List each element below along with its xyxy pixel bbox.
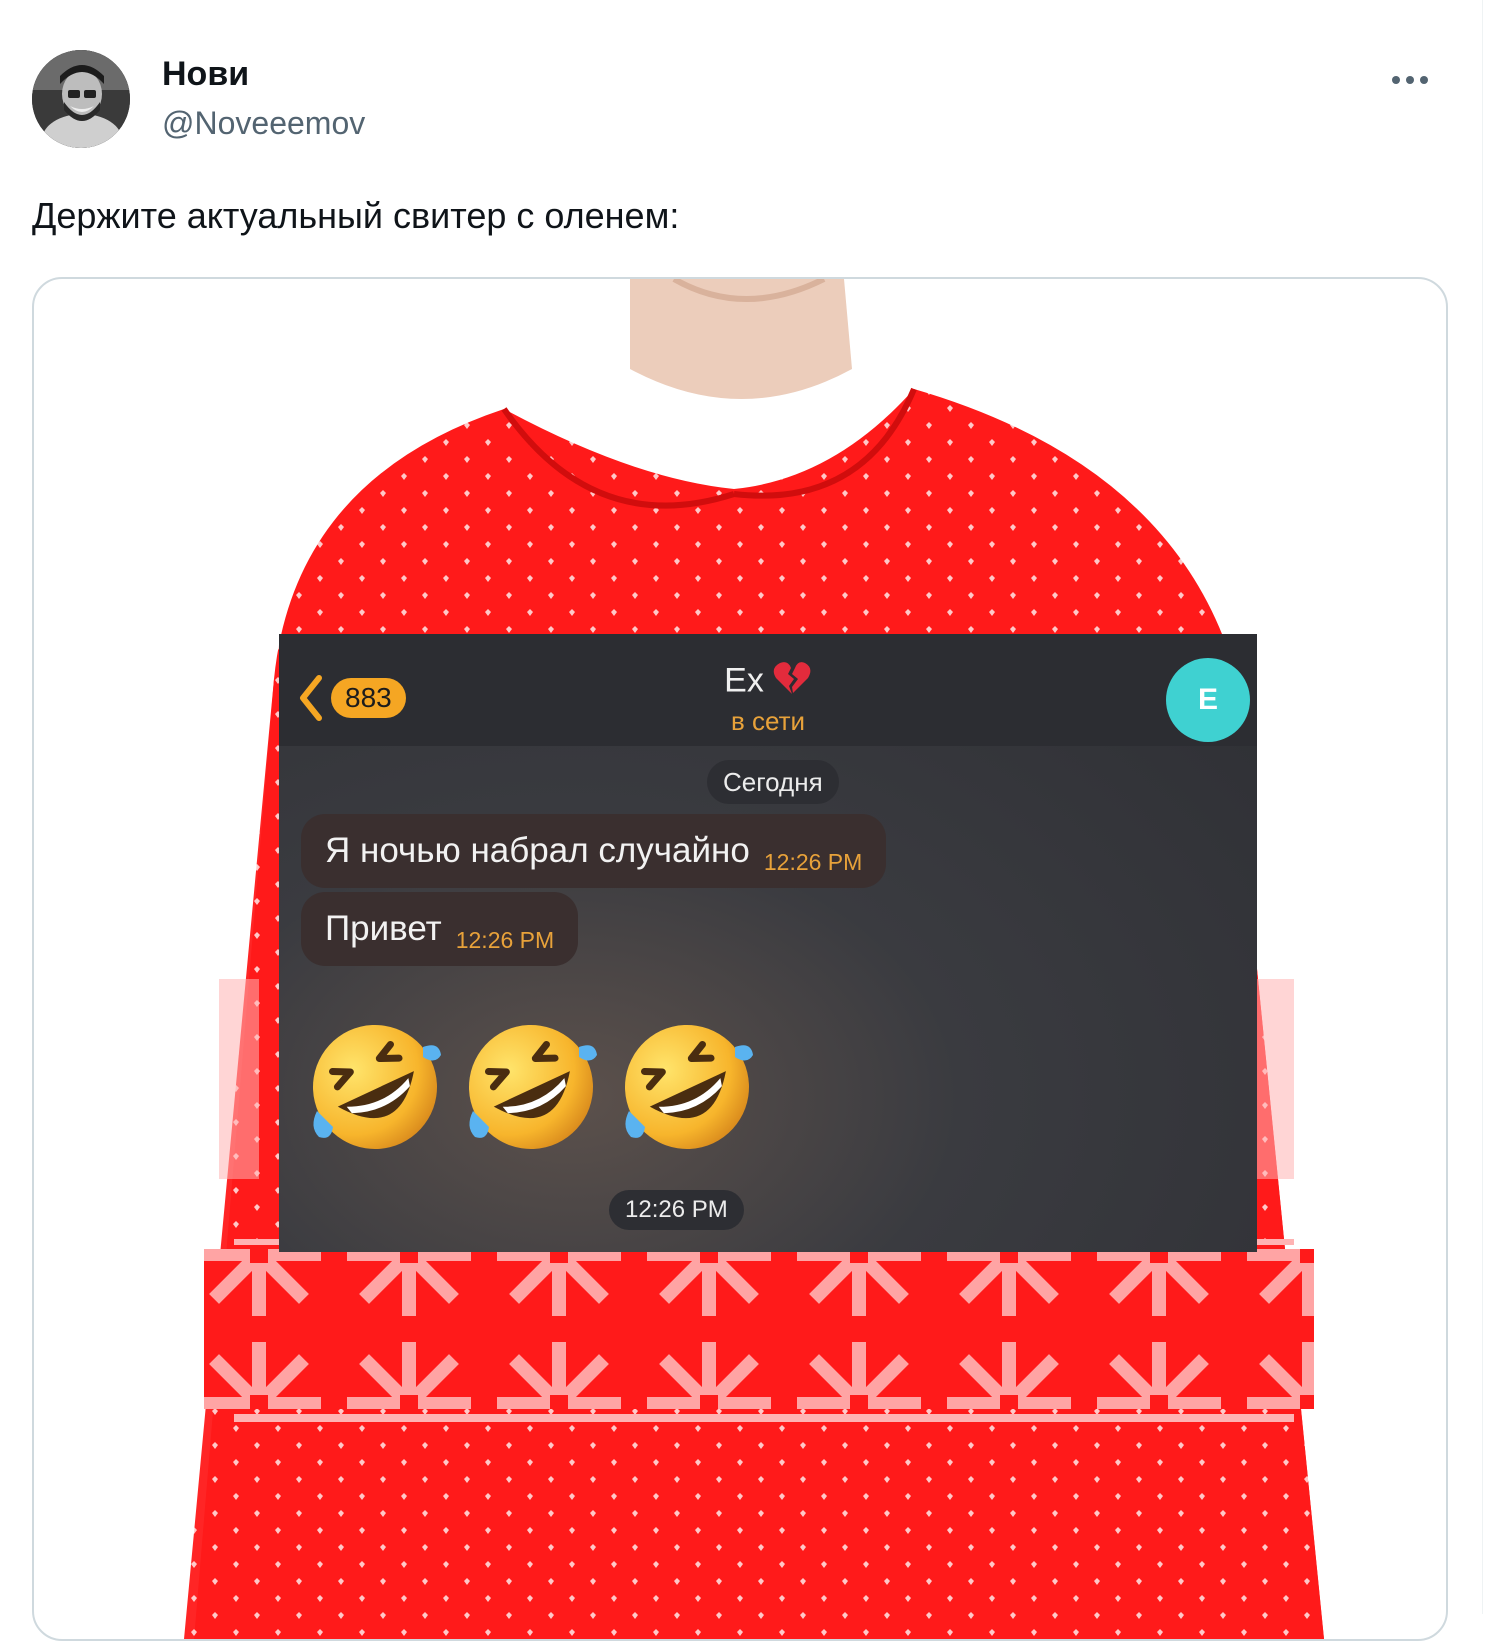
chat-header: 883 Ex в сети E [279, 634, 1257, 746]
column-divider [1482, 0, 1483, 1614]
message-text: Привет [325, 909, 442, 948]
tweet-text: Держите актуальный свитер с оленем: [32, 195, 680, 236]
more-options-button[interactable] [1385, 60, 1435, 100]
contact-avatar[interactable]: E [1166, 658, 1250, 742]
broken-heart-icon [772, 660, 812, 705]
emoji-message-time: 12:26 PM [609, 1190, 744, 1230]
message-bubble[interactable]: Я ночью набрал случайно 12:26 PM [301, 814, 887, 888]
author-handle[interactable]: @Noveeemov [162, 105, 365, 142]
author-name[interactable]: Нови [162, 55, 249, 94]
online-status: в сети [730, 706, 806, 736]
chat-title[interactable]: Ex [279, 660, 1257, 705]
tweet-media[interactable]: 883 Ex в сети E Сегодня Я ночью набрал с… [32, 277, 1448, 1641]
message-time: 12:26 PM [455, 927, 555, 953]
message-time: 12:26 PM [763, 849, 863, 875]
emoji-message[interactable] [307, 1019, 755, 1155]
message-bubble[interactable]: Привет 12:26 PM [301, 892, 579, 966]
date-separator: Сегодня [707, 760, 839, 804]
rolling-on-floor-laughing-icon [469, 1025, 597, 1149]
chat-screenshot: 883 Ex в сети E Сегодня Я ночью набрал с… [279, 634, 1257, 1252]
more-horizontal-icon [1392, 76, 1428, 84]
contact-name: Ex [724, 661, 764, 700]
author-avatar[interactable] [32, 50, 130, 148]
rolling-on-floor-laughing-icon [625, 1025, 753, 1149]
message-text: Я ночью набрал случайно [325, 831, 750, 870]
rolling-on-floor-laughing-icon [313, 1025, 441, 1149]
author-avatar-image [32, 50, 130, 148]
